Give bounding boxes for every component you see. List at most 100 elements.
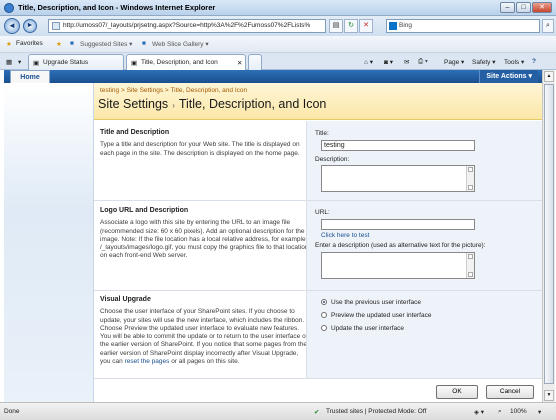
title-label: Title: — [315, 130, 329, 137]
section-heading: Visual Upgrade — [100, 296, 151, 303]
alt-text-label: Enter a description (used as alternative… — [315, 242, 486, 249]
radio-update-ui[interactable]: Update the user interface — [321, 325, 404, 332]
radio-button-icon[interactable] — [321, 325, 327, 331]
page-title-main[interactable]: Site Settings — [98, 97, 168, 111]
tab-upgrade-status[interactable]: ▣ Upgrade Status — [28, 54, 124, 70]
radio-button-icon[interactable] — [321, 312, 327, 318]
description-label: Description: — [315, 156, 350, 163]
forward-button[interactable]: ► — [23, 19, 37, 33]
section-text-part: Choose the user interface of your ShareP… — [100, 308, 308, 366]
page-header: testing > Site Settings > Title, Descrip… — [94, 83, 542, 120]
scroll-thumb[interactable] — [544, 84, 554, 384]
tab-title-description[interactable]: ▣ Title, Description, and Icon ✕ — [126, 54, 246, 70]
favorites-star-icon: ★ — [6, 41, 12, 48]
favorites-button[interactable]: Favorites — [16, 40, 43, 47]
section-text: Associate a logo with this site by enter… — [100, 219, 309, 260]
breadcrumb-separator: > — [120, 87, 125, 94]
radio-label: Use the previous user interface — [331, 299, 421, 306]
help-icon[interactable]: ? — [532, 58, 536, 65]
title-input[interactable]: testing — [321, 140, 475, 151]
radio-previous-ui[interactable]: Use the previous user interface — [321, 299, 421, 306]
bing-icon — [389, 22, 397, 30]
ie-logo-icon — [4, 3, 14, 13]
sharepoint-ribbon: Home Site Actions ▾ — [4, 70, 542, 83]
section-fields: URL: Click here to test Enter a descript… — [306, 201, 542, 290]
page-title-sub: Title, Description, and Icon — [178, 97, 327, 111]
back-button[interactable]: ◄ — [4, 18, 20, 34]
protected-mode-icon: ◈ ▾ — [474, 409, 485, 416]
compat-view-icon[interactable]: ▤ — [329, 19, 343, 33]
print-icon[interactable]: ⎙ ▾ — [418, 58, 428, 66]
description-textarea[interactable] — [321, 165, 475, 192]
url-text: http://umoss07/_layouts/prjsetng.aspx?So… — [63, 22, 311, 29]
zoom-dropdown-icon[interactable]: ▾ — [538, 408, 541, 416]
close-tab-icon[interactable]: ✕ — [237, 59, 242, 67]
quick-tabs-icon[interactable]: ▦ — [6, 58, 12, 66]
status-bar: Done ✔ Trusted sites | Protected Mode: O… — [0, 402, 556, 420]
page-menu[interactable]: Page ▾ — [444, 58, 464, 66]
home-icon[interactable]: ⌂ ▾ — [364, 58, 373, 66]
minimize-button[interactable]: – — [500, 2, 515, 13]
zoom-icon[interactable]: ⌕ — [498, 408, 502, 416]
search-placeholder: Bing — [399, 22, 413, 29]
textarea-scrollbar[interactable] — [466, 166, 474, 191]
breadcrumb-settings[interactable]: Site Settings — [127, 87, 164, 94]
section-fields: Title: testing Description: — [306, 121, 542, 200]
window-title-bar: Title, Description, and Icon - Windows I… — [0, 0, 556, 16]
stop-icon[interactable]: ✕ — [359, 19, 373, 33]
section-heading: Logo URL and Description — [100, 207, 189, 214]
ok-button[interactable]: OK — [436, 385, 478, 399]
scroll-down-icon[interactable]: ▼ — [544, 390, 554, 401]
address-toolbar: ◄ ► http://umoss07/_layouts/prjsetng.asp… — [0, 16, 556, 36]
status-text: Done — [4, 408, 20, 415]
close-window-button[interactable]: ✕ — [532, 2, 552, 13]
breadcrumb: testing > Site Settings > Title, Descrip… — [100, 87, 247, 94]
suggested-sites-icon: ■ — [70, 40, 74, 47]
title-separator: › — [172, 101, 175, 110]
section-text: Type a title and description for your We… — [100, 141, 300, 157]
address-input[interactable]: http://umoss07/_layouts/prjsetng.aspx?So… — [48, 19, 326, 33]
feeds-icon[interactable]: ◙ ▾ — [384, 58, 393, 66]
scroll-up-icon[interactable]: ▲ — [544, 71, 554, 82]
textarea-scrollbar[interactable] — [466, 253, 474, 278]
tools-menu[interactable]: Tools ▾ — [504, 58, 524, 66]
left-navigation — [4, 83, 94, 402]
favorites-bar: ★ Favorites ★ ■ Suggested Sites ▾ ■ Web … — [0, 36, 556, 53]
add-favorite-icon[interactable]: ★ — [56, 40, 62, 48]
breadcrumb-separator: > — [164, 87, 169, 94]
suggested-sites-link[interactable]: Suggested Sites ▾ — [80, 40, 132, 48]
web-slice-icon: ■ — [142, 40, 146, 47]
tab-bar: ▦ ▾ ▣ Upgrade Status ▣ Title, Descriptio… — [0, 53, 556, 70]
home-tab[interactable]: Home — [10, 70, 50, 83]
breadcrumb-site[interactable]: testing — [100, 87, 119, 94]
test-logo-link[interactable]: Click here to test — [321, 232, 369, 239]
sharepoint-icon: ▣ — [131, 60, 138, 67]
section-text: Choose the user interface of your ShareP… — [100, 308, 310, 366]
site-actions-menu[interactable]: Site Actions ▾ — [479, 70, 538, 83]
reset-pages-link[interactable]: reset the pages — [125, 358, 170, 365]
safety-menu[interactable]: Safety ▾ — [472, 58, 496, 66]
radio-button-icon[interactable] — [321, 299, 327, 305]
page-scrollbar[interactable]: ▲ ▼ — [542, 70, 555, 402]
section-heading: Title and Description — [100, 129, 170, 136]
main-content: testing > Site Settings > Title, Descrip… — [94, 83, 542, 402]
refresh-icon[interactable]: ↻ — [344, 19, 358, 33]
radio-label: Preview the updated user interface — [331, 312, 432, 319]
tab-label: Title, Description, and Icon — [141, 59, 218, 66]
maximize-button[interactable]: □ — [516, 2, 531, 13]
section-description: Logo URL and Description Associate a log… — [100, 207, 310, 261]
tab-list-icon[interactable]: ▾ — [18, 58, 21, 66]
security-zone[interactable]: Trusted sites | Protected Mode: Off — [326, 408, 426, 415]
logo-description-textarea[interactable] — [321, 252, 475, 279]
cancel-button[interactable]: Cancel — [486, 385, 534, 399]
radio-preview-ui[interactable]: Preview the updated user interface — [321, 312, 431, 319]
logo-url-input[interactable] — [321, 219, 475, 230]
page-icon — [52, 22, 60, 30]
title-description-section: Title and Description Type a title and d… — [94, 121, 542, 201]
zoom-level[interactable]: 100% — [510, 408, 527, 415]
mail-icon[interactable]: ✉ — [404, 58, 409, 66]
web-slice-gallery-link[interactable]: Web Slice Gallery ▾ — [152, 40, 209, 48]
search-input[interactable]: Bing — [386, 19, 540, 33]
search-icon[interactable]: ⌕ — [542, 19, 554, 33]
new-tab-button[interactable] — [248, 54, 262, 70]
